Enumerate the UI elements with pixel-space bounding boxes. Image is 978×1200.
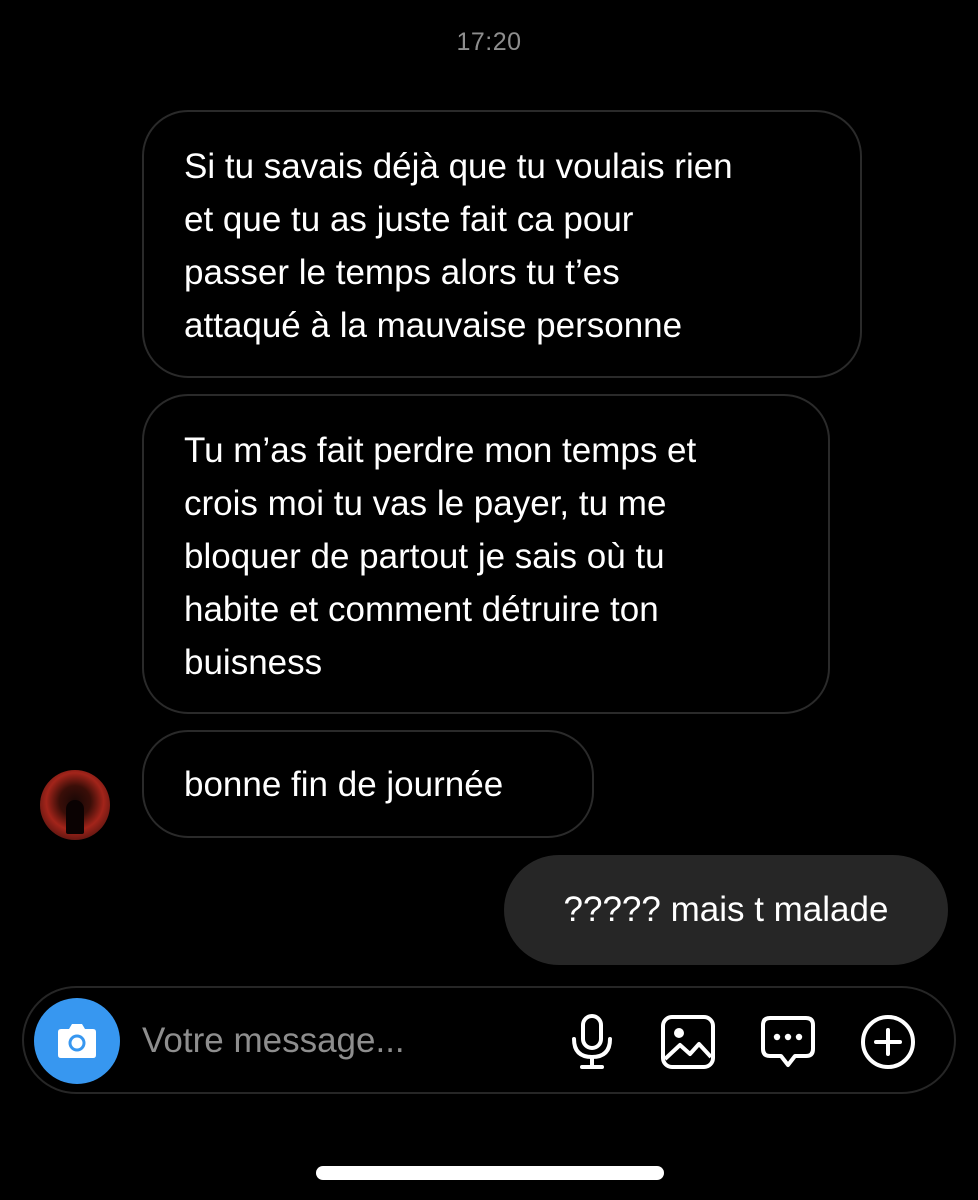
sticker-icon bbox=[761, 1016, 815, 1067]
outgoing-message-bubble[interactable]: ????? mais t malade bbox=[504, 855, 948, 965]
incoming-message-bubble[interactable]: Si tu savais déjà que tu voulais rien et… bbox=[142, 110, 862, 378]
incoming-message-bubble[interactable]: Tu m’as fait perdre mon temps et crois m… bbox=[142, 394, 830, 714]
camera-icon bbox=[58, 1024, 96, 1058]
message-text: bonne fin de journée bbox=[184, 765, 504, 804]
message-text: Si tu savais déjà que tu voulais rien et… bbox=[184, 147, 733, 345]
home-indicator[interactable] bbox=[316, 1166, 664, 1180]
incoming-message-bubble[interactable]: bonne fin de journée bbox=[142, 730, 594, 838]
plus-circle-icon bbox=[861, 1015, 915, 1069]
image-icon bbox=[661, 1015, 715, 1069]
sticker-button[interactable] bbox=[758, 1012, 818, 1072]
microphone-icon bbox=[572, 1014, 612, 1069]
message-text: ????? mais t malade bbox=[563, 890, 889, 929]
message-input[interactable] bbox=[142, 1018, 542, 1064]
more-options-button[interactable] bbox=[858, 1012, 918, 1072]
sender-avatar[interactable] bbox=[40, 770, 110, 840]
message-composer bbox=[22, 986, 956, 1094]
camera-button[interactable] bbox=[34, 998, 120, 1084]
message-timestamp: 17:20 bbox=[456, 28, 522, 56]
microphone-button[interactable] bbox=[562, 1012, 622, 1072]
gallery-button[interactable] bbox=[658, 1012, 718, 1072]
message-text: Tu m’as fait perdre mon temps et crois m… bbox=[184, 431, 697, 682]
